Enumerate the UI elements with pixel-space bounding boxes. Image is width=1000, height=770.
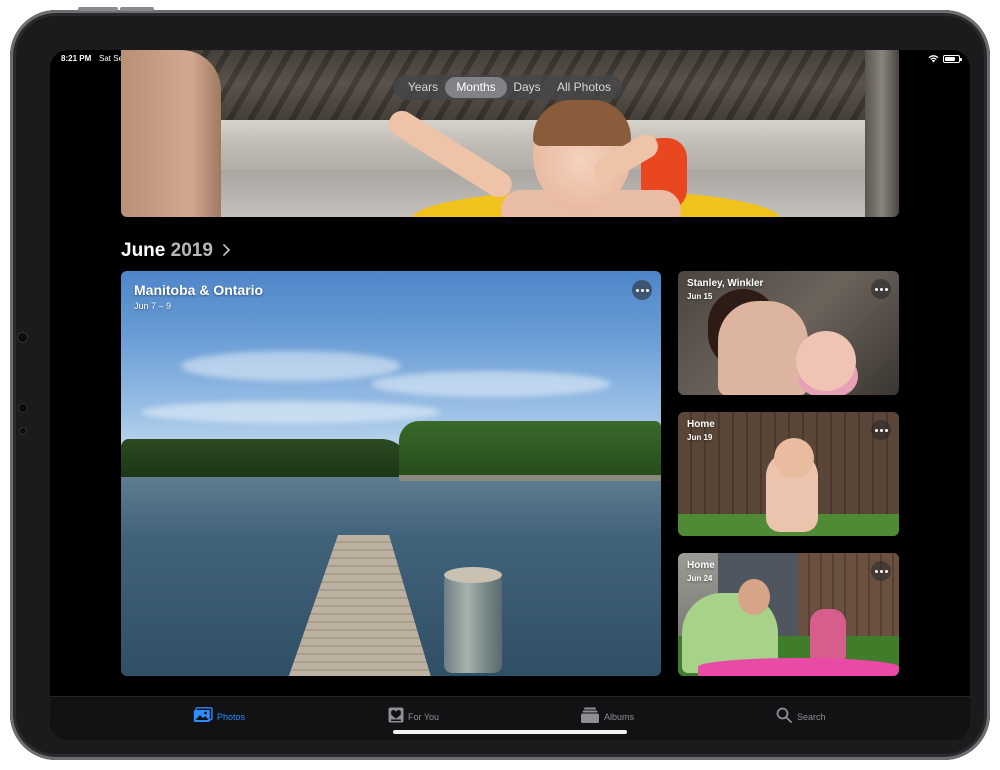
card-title: Home: [687, 419, 715, 430]
moment-card-home-jun24[interactable]: Home Jun 24: [678, 553, 899, 676]
lake-shore: [399, 475, 661, 481]
view-switcher-months[interactable]: Months: [445, 77, 507, 98]
card-date: Jun 24: [687, 574, 713, 583]
battery-icon: [943, 55, 962, 63]
camera-dot-1: [17, 332, 28, 343]
view-switcher-days[interactable]: Days: [507, 77, 547, 98]
top-button-2: [120, 7, 154, 11]
chevron-right-icon[interactable]: [222, 243, 231, 257]
status-time: 8:21 PM: [61, 54, 92, 63]
moment-card-manitoba-ontario[interactable]: Manitoba & Ontario Jun 7 – 9: [121, 271, 661, 676]
camera-dot-3: [19, 427, 27, 435]
camera-dot-2: [18, 403, 28, 413]
card-date: Jun 15: [687, 292, 713, 301]
month-header[interactable]: June 2019: [121, 240, 213, 262]
for-you-icon: [388, 707, 404, 723]
lake-barrel-top: [444, 567, 502, 583]
tab-for-you[interactable]: For You: [388, 707, 448, 725]
view-switcher: Years Months Days All Photos: [393, 75, 622, 100]
tab-photos[interactable]: Photos: [193, 707, 253, 725]
view-switcher-years[interactable]: Years: [397, 77, 449, 98]
month-year: 2019: [170, 240, 213, 261]
lake-trees-right: [399, 421, 661, 479]
baby-figure: [796, 331, 856, 391]
battery-fill: [945, 57, 956, 61]
month-name: June: [121, 240, 166, 261]
lake-cloud: [141, 401, 441, 423]
tab-label: Search: [797, 712, 826, 722]
card-date: Jun 7 – 9: [134, 301, 172, 311]
hero-adult-arm: [121, 50, 221, 217]
more-options-button[interactable]: [871, 420, 891, 440]
lake-barrel: [444, 573, 502, 673]
card-title: Manitoba & Ontario: [134, 282, 264, 298]
lake-trees-left: [121, 439, 411, 479]
ipad-device-frame: 8:21 PM Sat Sep 14 Years Months Days All…: [10, 7, 990, 760]
card-title: Home: [687, 560, 715, 571]
more-options-button[interactable]: [871, 279, 891, 299]
man-head: [738, 579, 770, 615]
tab-search[interactable]: Search: [776, 707, 836, 725]
moment-card-stanley-winkler[interactable]: Stanley, Winkler Jun 15: [678, 271, 899, 395]
lake-cloud: [371, 371, 611, 397]
top-button-1: [78, 7, 118, 11]
home-indicator[interactable]: [393, 730, 627, 734]
lake-cloud: [181, 351, 401, 381]
wifi-icon: [928, 55, 939, 63]
card-date: Jun 19: [687, 433, 713, 442]
pink-pool: [698, 658, 899, 676]
card-title: Stanley, Winkler: [687, 278, 764, 289]
albums-icon: [581, 707, 599, 723]
toddler-head: [774, 438, 814, 478]
view-switcher-all-photos[interactable]: All Photos: [549, 77, 619, 98]
woman-figure: [718, 301, 808, 395]
more-options-button[interactable]: [871, 561, 891, 581]
tab-label: Photos: [217, 712, 246, 722]
moment-card-home-jun19[interactable]: Home Jun 19: [678, 412, 899, 536]
hero-pillar: [865, 50, 899, 217]
search-icon: [776, 707, 792, 723]
screen: 8:21 PM Sat Sep 14 Years Months Days All…: [50, 50, 970, 740]
more-options-button[interactable]: [632, 280, 652, 300]
tab-albums[interactable]: Albums: [581, 707, 641, 725]
photos-icon: [193, 707, 213, 722]
tab-label: Albums: [604, 712, 635, 722]
tab-label: For You: [408, 712, 440, 722]
